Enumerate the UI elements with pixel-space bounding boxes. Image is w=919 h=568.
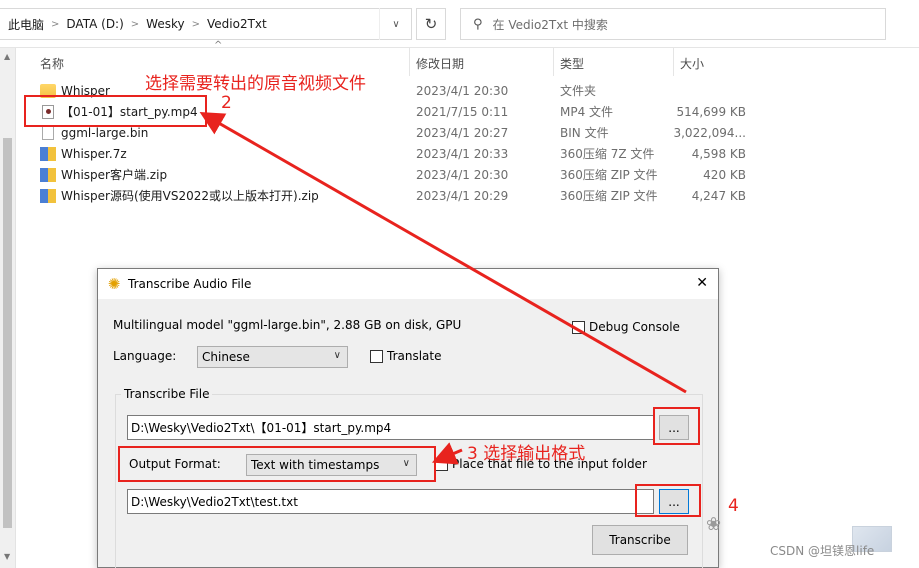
highlight-output-format <box>118 446 436 482</box>
highlight-browse-output <box>635 484 701 517</box>
arrow-to-output-format <box>431 442 463 465</box>
annotation-step3: 3 选择输出格式 <box>467 444 586 464</box>
highlight-source-file <box>24 95 207 127</box>
annotation-step4: 4 <box>728 496 739 516</box>
wechat-icon: ❀ <box>706 514 722 535</box>
annotation-arrows <box>199 112 687 465</box>
annotation-step1: 选择需要转出的原音视频文件 <box>145 74 366 94</box>
arrow-to-input-file <box>199 112 687 394</box>
highlight-browse-input <box>653 407 700 445</box>
annotation-step2: 2 <box>221 93 232 113</box>
watermark: CSDN @坦镁恩life <box>770 544 875 558</box>
